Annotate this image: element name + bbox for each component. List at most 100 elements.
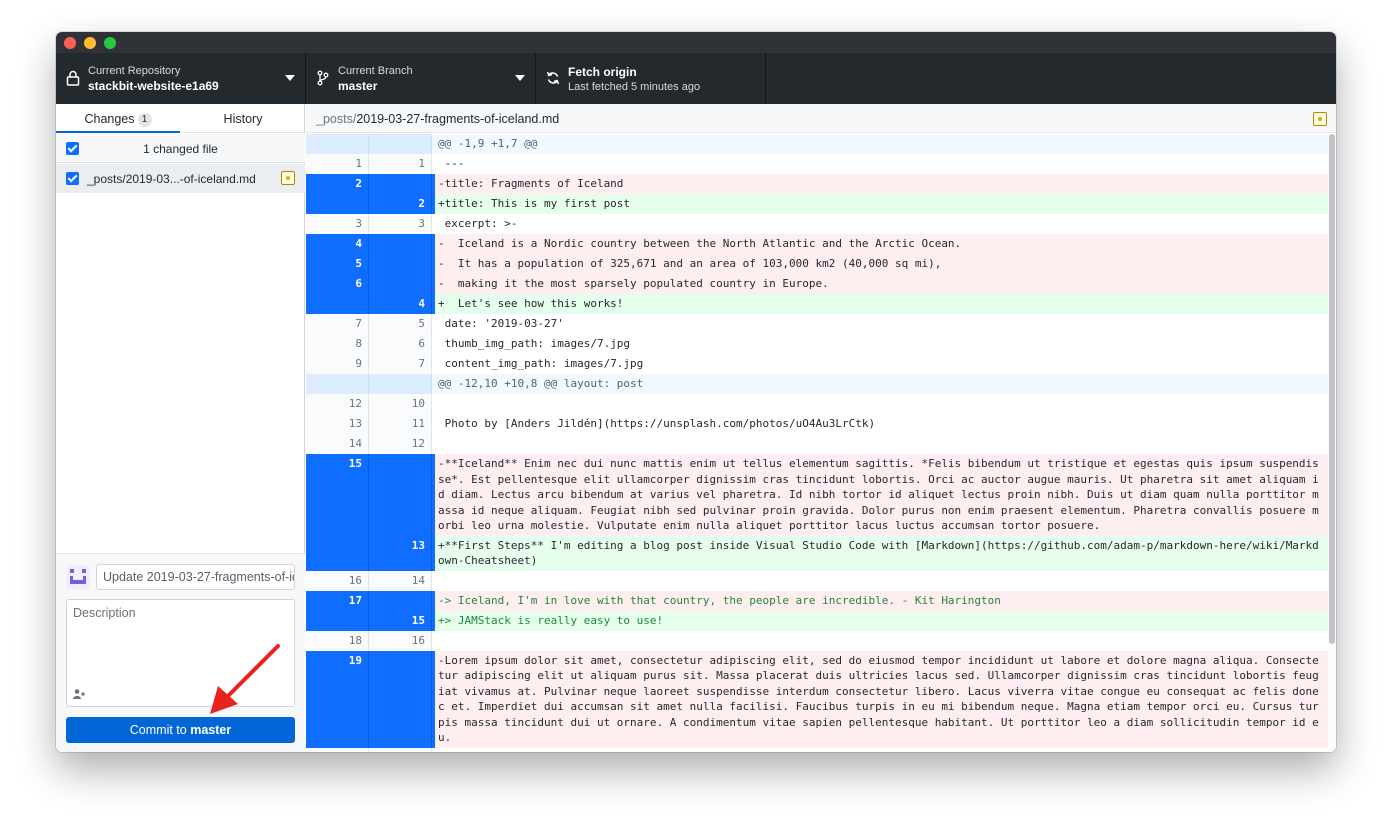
new-line-number[interactable]: 3: [369, 214, 432, 234]
minimize-window-button[interactable]: [84, 37, 96, 49]
old-line-number[interactable]: [306, 294, 369, 314]
diff-hunk-header[interactable]: @@ -1,9 +1,7 @@: [306, 134, 1328, 154]
diff-added-line[interactable]: 4 + Let's see how this works!: [306, 294, 1328, 314]
diff-scrollbar[interactable]: [1328, 134, 1336, 752]
old-line-number[interactable]: [306, 194, 369, 214]
old-line-number[interactable]: 12: [306, 394, 369, 414]
current-repository-dropdown[interactable]: Current Repository stackbit-website-e1a6…: [56, 53, 306, 104]
old-line-number[interactable]: 15: [306, 454, 369, 536]
new-line-number[interactable]: [369, 174, 432, 194]
diff-context-line[interactable]: 86 thumb_img_path: images/7.jpg: [306, 334, 1328, 354]
diff-deleted-line[interactable]: 2 -title: Fragments of Iceland: [306, 174, 1328, 194]
new-line-number[interactable]: 14: [369, 570, 432, 591]
new-line-number[interactable]: [369, 254, 432, 274]
new-line-number[interactable]: 10: [369, 394, 432, 414]
current-branch-dropdown[interactable]: Current Branch master: [306, 53, 536, 104]
diff-line-text: - making it the most sparsely populated …: [432, 274, 1328, 294]
old-line-number[interactable]: 2: [306, 174, 369, 194]
commit-button[interactable]: Commit to master: [66, 717, 295, 743]
diff-line-text: @@ -12,10 +10,8 @@ layout: post: [432, 374, 1328, 394]
new-line-number[interactable]: 17: [369, 747, 432, 752]
old-line-number[interactable]: 6: [306, 274, 369, 294]
old-line-number[interactable]: 7: [306, 314, 369, 334]
old-line-number[interactable]: 18: [306, 630, 369, 651]
diff-deleted-line[interactable]: 5 - It has a population of 325,671 and an…: [306, 254, 1328, 274]
new-line-number[interactable]: [369, 374, 432, 394]
new-line-number[interactable]: 7: [369, 354, 432, 374]
sync-icon: [546, 71, 560, 85]
fetch-origin-button[interactable]: Fetch origin Last fetched 5 minutes ago: [536, 53, 766, 104]
new-line-number[interactable]: [369, 650, 432, 748]
file-path: _posts/2019-03-27-fragments-of-iceland.m…: [316, 112, 559, 126]
new-line-number[interactable]: 6: [369, 334, 432, 354]
new-line-number[interactable]: 15: [369, 610, 432, 631]
add-coauthor-icon[interactable]: [72, 688, 86, 700]
old-line-number[interactable]: 3: [306, 214, 369, 234]
diff-added-line[interactable]: 15 +> JAMStack is really easy to use!: [306, 610, 1328, 631]
diff-line-text: ---: [432, 154, 1328, 174]
new-line-number[interactable]: 12: [369, 434, 432, 454]
old-line-number[interactable]: 19: [306, 650, 369, 748]
close-window-button[interactable]: [64, 37, 76, 49]
old-line-number[interactable]: [306, 535, 369, 571]
diff-added-line[interactable]: 13 +**First Steps** I'm editing a blog po…: [306, 535, 1328, 571]
old-line-number[interactable]: 16: [306, 570, 369, 591]
old-line-number[interactable]: [306, 374, 369, 394]
diff-deleted-line[interactable]: 19 -Lorem ipsum dolor sit amet, consectet…: [306, 650, 1328, 748]
description-placeholder: Description: [73, 606, 136, 620]
diff-context-line[interactable]: 16 14: [306, 570, 1328, 591]
new-line-number[interactable]: [369, 234, 432, 254]
zoom-window-button[interactable]: [104, 37, 116, 49]
diff-context-line[interactable]: 11 ---: [306, 154, 1328, 174]
diff-line-text: - It has a population of 325,671 and an …: [432, 254, 1328, 274]
old-line-number[interactable]: 5: [306, 254, 369, 274]
diff-context-line[interactable]: 2017: [306, 747, 1328, 752]
file-path-filename: 2019-03-27-fragments-of-iceland.md: [356, 112, 560, 126]
old-line-number[interactable]: 9: [306, 354, 369, 374]
diff-context-line[interactable]: 13 11 Photo by [Anders Jildén](https://un…: [306, 414, 1328, 434]
diff-context-line[interactable]: 18 16: [306, 630, 1328, 651]
file-include-checkbox[interactable]: [66, 172, 79, 185]
diff-deleted-line[interactable]: 15 -**Iceland** Enim nec dui nunc mattis …: [306, 454, 1328, 536]
changes-count-badge: 1: [137, 113, 152, 127]
diff-context-line[interactable]: 12 10: [306, 394, 1328, 414]
old-line-number[interactable]: [306, 134, 369, 154]
new-line-number[interactable]: 13: [369, 535, 432, 571]
diff-context-line[interactable]: 14 12: [306, 434, 1328, 454]
diff-deleted-line[interactable]: 4 - Iceland is a Nordic country between t…: [306, 234, 1328, 254]
diff-context-line[interactable]: 75 date: '2019-03-27': [306, 314, 1328, 334]
old-line-number[interactable]: 13: [306, 414, 369, 434]
diff-context-line[interactable]: 97 content_img_path: images/7.jpg: [306, 354, 1328, 374]
tab-changes[interactable]: Changes 1: [56, 104, 180, 133]
diff-hunk-header[interactable]: @@ -12,10 +10,8 @@ layout: post: [306, 374, 1328, 394]
diff-deleted-line[interactable]: 6 - making it the most sparsely populated…: [306, 274, 1328, 294]
diff-line-text: -title: Fragments of Iceland: [432, 174, 1328, 194]
new-line-number[interactable]: 1: [369, 154, 432, 174]
old-line-number[interactable]: [306, 610, 369, 631]
old-line-number[interactable]: 4: [306, 234, 369, 254]
diff-deleted-line[interactable]: 17 -> Iceland, I'm in love with that coun…: [306, 590, 1328, 611]
tab-history[interactable]: History: [181, 104, 305, 133]
new-line-number[interactable]: 2: [369, 194, 432, 214]
old-line-number[interactable]: 14: [306, 434, 369, 454]
old-line-number[interactable]: 17: [306, 590, 369, 611]
diff-added-line[interactable]: 2 +title: This is my first post: [306, 194, 1328, 214]
diff-line-text: - Iceland is a Nordic country between th…: [432, 234, 1328, 254]
diff-view[interactable]: @@ -1,9 +1,7 @@ 1 1 --- 2 -title: Fragments …: [306, 134, 1328, 752]
new-line-number[interactable]: 16: [369, 630, 432, 651]
new-line-number[interactable]: 11: [369, 414, 432, 434]
scrollbar-thumb[interactable]: [1329, 134, 1335, 644]
old-line-number[interactable]: 20: [306, 747, 369, 752]
diff-context-line[interactable]: 33 excerpt: >-: [306, 214, 1328, 234]
new-line-number[interactable]: [369, 454, 432, 536]
commit-summary-input[interactable]: Update 2019-03-27-fragments-of-iceland.m…: [96, 564, 295, 590]
new-line-number[interactable]: 4: [369, 294, 432, 314]
changed-file-item[interactable]: _posts/2019-03...-of-iceland.md: [56, 164, 305, 193]
old-line-number[interactable]: 1: [306, 154, 369, 174]
old-line-number[interactable]: 8: [306, 334, 369, 354]
new-line-number[interactable]: [369, 590, 432, 611]
new-line-number[interactable]: [369, 274, 432, 294]
new-line-number[interactable]: [369, 134, 432, 154]
diff-line-text: content_img_path: images/7.jpg: [432, 354, 1328, 374]
new-line-number[interactable]: 5: [369, 314, 432, 334]
